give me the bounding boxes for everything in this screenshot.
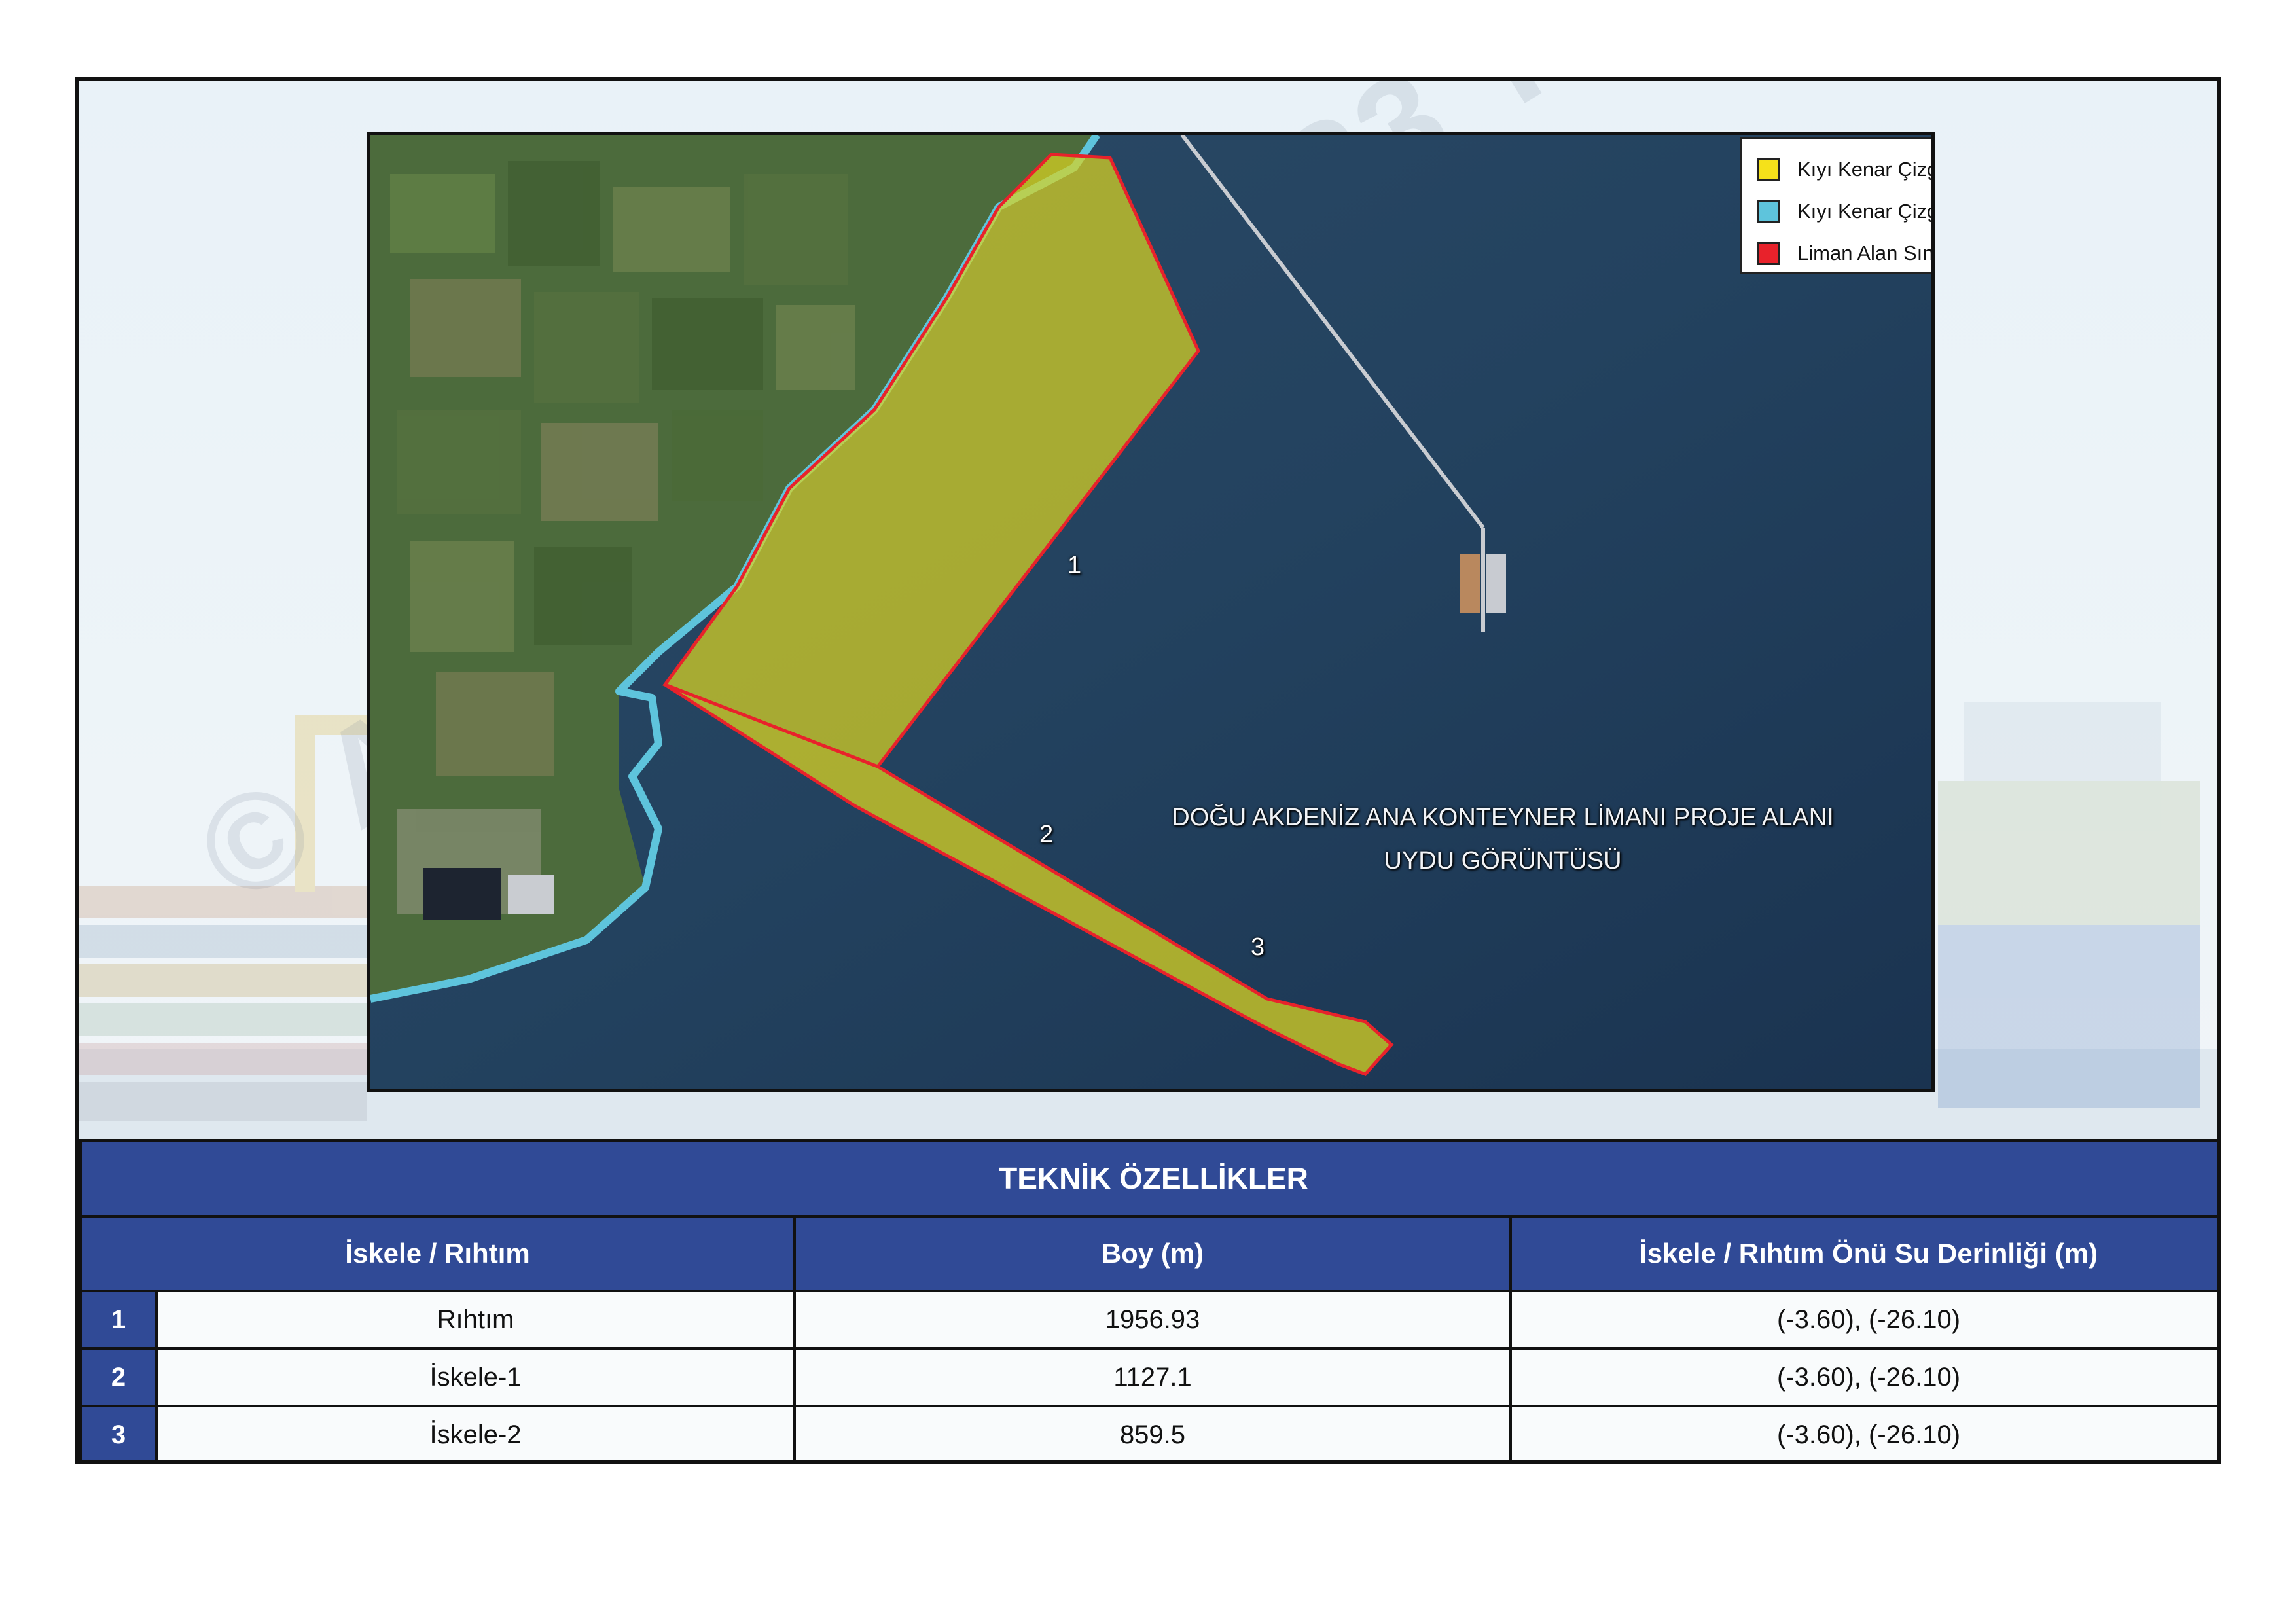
page-frame: © ARZ GLOBAL 2023 Tüm Hakları Saklıdır. bbox=[75, 77, 2221, 1464]
legend-item: Liman Alan Sınırı bbox=[1757, 232, 1934, 274]
pier-length: 1956.93 bbox=[793, 1290, 1512, 1350]
yellow-swatch-icon bbox=[1757, 158, 1780, 181]
column-header-pier: İskele / Rıhtım bbox=[79, 1215, 796, 1292]
area-label-3: 3 bbox=[1251, 933, 1265, 961]
pier-depth: (-3.60), (-26.10) bbox=[1509, 1290, 2217, 1350]
row-number: 3 bbox=[79, 1405, 158, 1460]
column-header-length: Boy (m) bbox=[793, 1215, 1512, 1292]
table-row: 3 İskele-2 859.5 (-3.60), (-26.10) bbox=[79, 1405, 2217, 1460]
technical-specs-table: TEKNİK ÖZELLİKLER İskele / Rıhtım Boy (m… bbox=[79, 1139, 2217, 1460]
row-number: 1 bbox=[79, 1290, 158, 1350]
blue-swatch-icon bbox=[1757, 200, 1780, 223]
legend-label: Liman Alan Sınırı bbox=[1797, 242, 1934, 264]
pier-length: 1127.1 bbox=[793, 1347, 1512, 1407]
area-label-2: 2 bbox=[1039, 821, 1054, 848]
legend-label: Kıyı Kenar Çizgisi bbox=[1797, 200, 1931, 223]
pier-depth: (-3.60), (-26.10) bbox=[1509, 1405, 2217, 1460]
red-swatch-icon bbox=[1757, 242, 1780, 265]
table-title: TEKNİK ÖZELLİKLER bbox=[79, 1139, 2217, 1218]
caption-line-2: UYDU GÖRÜNTÜSÜ bbox=[1384, 847, 1622, 875]
row-number: 2 bbox=[79, 1347, 158, 1407]
table-row: 1 Rıhtım 1956.93 (-3.60), (-26.10) bbox=[79, 1290, 2217, 1350]
area-label-1: 1 bbox=[1067, 552, 1082, 579]
map-legend: Kıyı Kenar Çizgisinin Deniz Tarafında Ka… bbox=[1740, 137, 1934, 274]
pier-name: İskele-1 bbox=[155, 1347, 796, 1407]
legend-item: Kıyı Kenar Çizgisi bbox=[1757, 190, 1931, 232]
legend-label: Kıyı Kenar Çizgisinin Deniz Tarafında Ka… bbox=[1797, 158, 1931, 181]
table-row: 2 İskele-1 1127.1 (-3.60), (-26.10) bbox=[79, 1347, 2217, 1407]
pier-name: Rıhtım bbox=[155, 1290, 796, 1350]
column-header-depth: İskele / Rıhtım Önü Su Derinliği (m) bbox=[1509, 1215, 2217, 1292]
caption-line-1: DOĞU AKDENİZ ANA KONTEYNER LİMANI PROJE … bbox=[1172, 804, 1834, 831]
satellite-map: Kıyı Kenar Çizgisinin Deniz Tarafında Ka… bbox=[367, 132, 1935, 1092]
legend-item: Kıyı Kenar Çizgisinin Deniz Tarafında Ka… bbox=[1757, 149, 1931, 190]
map-caption: DOĞU AKDENİZ ANA KONTEYNER LİMANI PROJE … bbox=[1103, 796, 1902, 882]
pier-length: 859.5 bbox=[793, 1405, 1512, 1460]
pier-name: İskele-2 bbox=[155, 1405, 796, 1460]
pier-depth: (-3.60), (-26.10) bbox=[1509, 1347, 2217, 1407]
